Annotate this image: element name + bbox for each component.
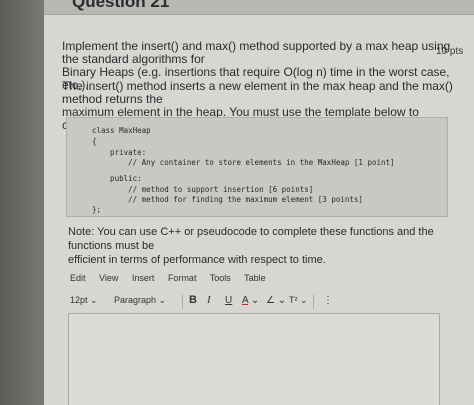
note-line: Note: You can use C++ or pseudocode to c… [68, 226, 434, 252]
chevron-down-icon: ⌄ [277, 295, 287, 306]
note: Note: You can use C++ or pseudocode to c… [68, 225, 448, 267]
paragraph-value: Paragraph [114, 295, 157, 305]
code-template: class MaxHeap { private: // Any containe… [66, 117, 448, 217]
answer-editor[interactable] [68, 313, 440, 405]
code-line: // Any container to store elements in th… [92, 158, 395, 167]
question-title: Question 21 [72, 0, 170, 11]
more-icon[interactable]: ⋮ [323, 295, 333, 306]
description-line: The insert() method inserts a new elemen… [62, 79, 453, 106]
menu-insert[interactable]: Insert [132, 273, 155, 283]
code-line: // method to support insertion [6 points… [92, 185, 314, 194]
font-size-select[interactable]: 12pt ⌄ [70, 295, 98, 306]
text-color-icon: A [242, 295, 249, 306]
text-color-button[interactable]: A ⌄ [242, 295, 259, 306]
toolbar-divider [182, 295, 183, 309]
italic-button[interactable]: I [207, 294, 211, 306]
code-line: { [92, 137, 97, 146]
question-header: Question 21 [44, 0, 474, 15]
toolbar-divider [313, 295, 314, 309]
chevron-down-icon: ⌄ [250, 295, 260, 306]
underline-button[interactable]: U [225, 295, 232, 306]
note-line: efficient in terms of performance with r… [68, 254, 326, 266]
superscript-icon: T² [289, 295, 298, 305]
code-line: private: [92, 148, 147, 157]
font-size-value: 12pt [70, 295, 88, 305]
bold-button[interactable]: B [189, 294, 197, 306]
menu-tools[interactable]: Tools [210, 273, 231, 283]
chevron-down-icon: ⌄ [90, 295, 98, 305]
code-line: // method for finding the maximum elemen… [92, 195, 363, 204]
menu-edit[interactable]: Edit [70, 273, 86, 283]
menu-table[interactable]: Table [244, 273, 266, 283]
code-line: class MaxHeap [92, 126, 151, 135]
highlight-icon: ∠ [266, 295, 275, 306]
menu-view[interactable]: View [99, 273, 118, 283]
menu-format[interactable]: Format [168, 273, 197, 283]
code-line: public: [92, 174, 142, 183]
code-line: }; [92, 205, 102, 214]
background-edge [0, 0, 44, 405]
highlight-button[interactable]: ∠ ⌄ [266, 295, 286, 306]
prompt-line: Implement the insert() and max() method … [62, 39, 451, 66]
chevron-down-icon: ⌄ [158, 295, 167, 305]
paragraph-select[interactable]: Paragraph ⌄ [114, 295, 166, 306]
question-card: Question 21 10 pts Implement the insert(… [44, 0, 474, 405]
superscript-button[interactable]: T² ⌄ [289, 295, 308, 306]
editor-menubar: Edit View Insert Format Tools Table [70, 273, 277, 283]
chevron-down-icon: ⌄ [300, 295, 308, 305]
